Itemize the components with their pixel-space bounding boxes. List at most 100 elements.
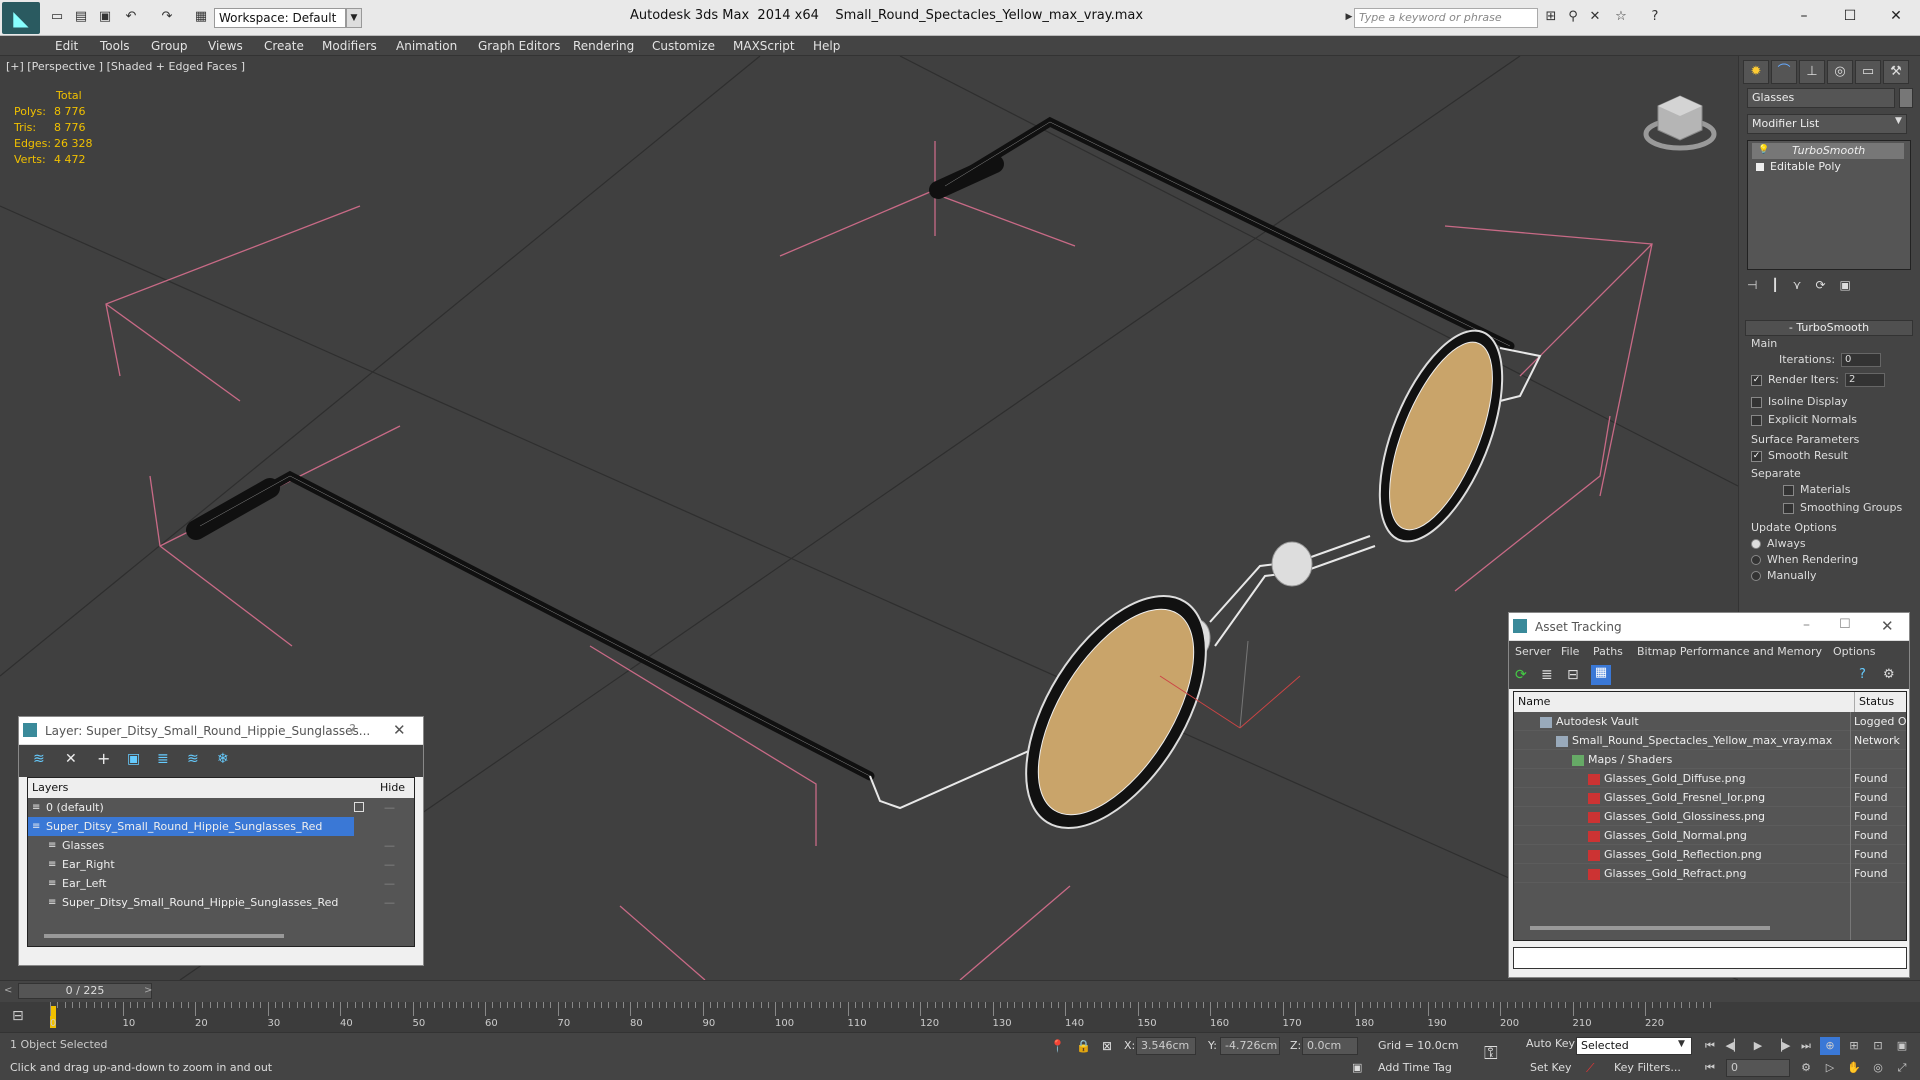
asset-row[interactable]: Autodesk Vault Logged O (1514, 712, 1906, 731)
app-logo-icon[interactable]: ◣ (2, 2, 40, 34)
play-icon[interactable]: ▶ (1748, 1037, 1768, 1055)
layer-row[interactable]: ≡ Super_Ditsy_Small_Round_Hippie_Sunglass… (28, 817, 354, 836)
asset-row[interactable]: Small_Round_Spectacles_Yellow_max_vray.m… (1514, 731, 1906, 750)
key-icon[interactable]: ⚿ (1484, 1043, 1498, 1064)
absolute-mode-icon[interactable]: ⊠ (1102, 1039, 1112, 1053)
set-key-button[interactable]: Set Key (1530, 1061, 1572, 1074)
close-icon[interactable]: ✕ (1881, 617, 1894, 635)
hide-toggle[interactable]: — (384, 874, 395, 893)
time-config-icon[interactable]: ⚙ (1796, 1059, 1816, 1077)
close-icon[interactable]: ✕ (393, 721, 406, 739)
go-to-end-icon[interactable]: ⏭ (1796, 1037, 1816, 1055)
lightbulb-icon[interactable]: 💡 (1758, 145, 1769, 155)
maximize-viewport-icon[interactable]: ⤢ (1892, 1059, 1912, 1077)
when-rendering-option[interactable]: When Rendering (1751, 552, 1858, 568)
asset-row[interactable]: Glasses_Gold_Normal.png Found (1514, 826, 1906, 845)
asset-row[interactable]: Glasses_Gold_Glossiness.png Found (1514, 807, 1906, 826)
chevron-down-icon[interactable]: ▼ (346, 8, 362, 28)
col-hide[interactable]: Hide (380, 778, 405, 798)
select-objects-icon[interactable]: ▣ (127, 751, 140, 767)
motion-tab-icon[interactable]: ◎ (1827, 60, 1853, 84)
iterations-spinner[interactable]: 0 (1841, 353, 1881, 367)
pin-icon[interactable]: ⚙ (1883, 667, 1895, 682)
chevron-down-icon[interactable]: ▼ (1895, 116, 1902, 126)
time-slider[interactable]: < 0 / 225 > (0, 980, 1920, 1002)
prev-frame-icon[interactable]: < (4, 985, 12, 996)
isoline-checkbox[interactable] (1751, 396, 1762, 408)
communication-icon[interactable]: ✕ (1586, 8, 1604, 26)
explicit-normals-option[interactable]: Explicit Normals (1751, 412, 1857, 428)
tree-view-icon[interactable]: ⊟ (1567, 667, 1579, 683)
manually-radio[interactable] (1751, 571, 1761, 581)
binoculars-icon[interactable]: ⊞ (1542, 8, 1560, 26)
track-bar[interactable]: ⊟ 0 10 20 30 40 50 60 70 80 90 100 110 120 130 140 150 1… (0, 1002, 1920, 1032)
pan-icon[interactable]: ✋ (1844, 1059, 1864, 1077)
col-name[interactable]: Name (1518, 692, 1550, 712)
time-tag-icon[interactable]: ▣ (1352, 1061, 1362, 1074)
table-view-icon[interactable]: ▦ (1591, 665, 1611, 685)
asset-row[interactable]: Glasses_Gold_Diffuse.png Found (1514, 769, 1906, 788)
isolate-icon[interactable]: 📍 (1050, 1039, 1065, 1053)
turbosmooth-rollout-header[interactable]: - TurboSmooth (1745, 320, 1913, 336)
chevron-down-icon[interactable]: ▼ (1678, 1039, 1685, 1049)
smooth-result-option[interactable]: ✓ Smooth Result (1751, 448, 1848, 464)
asset-row[interactable]: Glasses_Gold_Fresnel_Ior.png Found (1514, 788, 1906, 807)
delete-layer-icon[interactable]: ✕ (65, 751, 77, 767)
x-coordinate-field[interactable]: 3.546cm (1136, 1037, 1196, 1055)
render-iters-spinner[interactable]: 2 (1845, 373, 1885, 387)
menu-create[interactable]: Create (264, 36, 304, 56)
timeline-ruler[interactable]: 0 10 20 30 40 50 60 70 80 90 100 110 120 130 140 150 160… (50, 1002, 1712, 1032)
stack-item-turbosmooth[interactable]: TurboSmooth (1752, 143, 1904, 159)
hide-toggle[interactable]: — (384, 836, 395, 855)
menu-file[interactable]: File (1561, 641, 1579, 663)
hide-all-icon[interactable]: ≋ (187, 751, 199, 767)
menu-edit[interactable]: Edit (55, 36, 78, 56)
current-frame-field[interactable]: 0 (1726, 1059, 1790, 1077)
auto-key-button[interactable]: Auto Key (1526, 1037, 1575, 1050)
project-folder-icon[interactable]: ▦ (192, 8, 210, 26)
object-color-swatch[interactable] (1899, 88, 1913, 108)
minimize-button[interactable]: – (1782, 4, 1826, 28)
curve-editor-icon[interactable]: ⊟ (12, 1008, 24, 1024)
favorites-star-icon[interactable]: ☆ (1612, 8, 1630, 26)
modifier-list-dropdown[interactable]: Modifier List (1747, 114, 1907, 134)
refresh-icon[interactable]: ⟳ (1515, 667, 1527, 683)
hide-toggle[interactable]: — (384, 798, 395, 817)
menu-maxscript[interactable]: MAXScript (733, 36, 795, 56)
manually-option[interactable]: Manually (1751, 568, 1817, 584)
asset-row[interactable]: Maps / Shaders (1514, 750, 1906, 769)
menu-views[interactable]: Views (208, 36, 243, 56)
y-coordinate-field[interactable]: -4.726cm (1220, 1037, 1280, 1055)
isoline-display-option[interactable]: Isoline Display (1751, 394, 1848, 410)
horizontal-scrollbar[interactable] (44, 934, 284, 938)
menu-bitmap-performance[interactable]: Bitmap Performance and Memory (1637, 641, 1822, 663)
menu-server[interactable]: Server (1515, 641, 1551, 663)
col-layers[interactable]: Layers (32, 778, 68, 798)
stack-toolbar[interactable]: ⊣┃⋎⟳▣ (1747, 278, 1911, 296)
maximize-icon[interactable]: ☐ (1839, 617, 1851, 632)
search-input[interactable]: Type a keyword or phrase (1354, 8, 1538, 28)
help-icon[interactable]: ? (349, 723, 356, 738)
zoom-icon[interactable]: ⊕ (1820, 1037, 1840, 1055)
add-to-layer-icon[interactable]: + (97, 749, 110, 768)
menu-animation[interactable]: Animation (396, 36, 457, 56)
z-coordinate-field[interactable]: 0.0cm (1302, 1037, 1358, 1055)
materials-checkbox[interactable] (1783, 484, 1794, 496)
next-frame-icon[interactable]: > (144, 985, 152, 996)
workspace-dropdown[interactable]: Workspace: Default (214, 8, 346, 28)
list-view-icon[interactable]: ≣ (1541, 667, 1553, 683)
maximize-button[interactable]: ☐ (1828, 4, 1872, 28)
hide-toggle[interactable]: — (384, 855, 395, 874)
hide-toggle[interactable]: — (384, 893, 395, 912)
always-option[interactable]: Always (1751, 536, 1806, 552)
key-mode-dropdown[interactable]: Selected (1576, 1037, 1692, 1055)
key-mode-icon[interactable]: ⏮ (1700, 1059, 1720, 1077)
explicit-normals-checkbox[interactable] (1751, 414, 1762, 426)
menu-customize[interactable]: Customize (652, 36, 715, 56)
asset-path-field[interactable] (1513, 947, 1907, 969)
save-file-icon[interactable]: ▣ (96, 8, 114, 26)
close-button[interactable]: ✕ (1874, 4, 1918, 28)
layer-window-title[interactable]: Layer: Super_Ditsy_Small_Round_Hippie_Su… (19, 717, 423, 745)
display-tab-icon[interactable]: ▭ (1855, 60, 1881, 84)
menu-graph-editors[interactable]: Graph Editors (478, 36, 560, 56)
